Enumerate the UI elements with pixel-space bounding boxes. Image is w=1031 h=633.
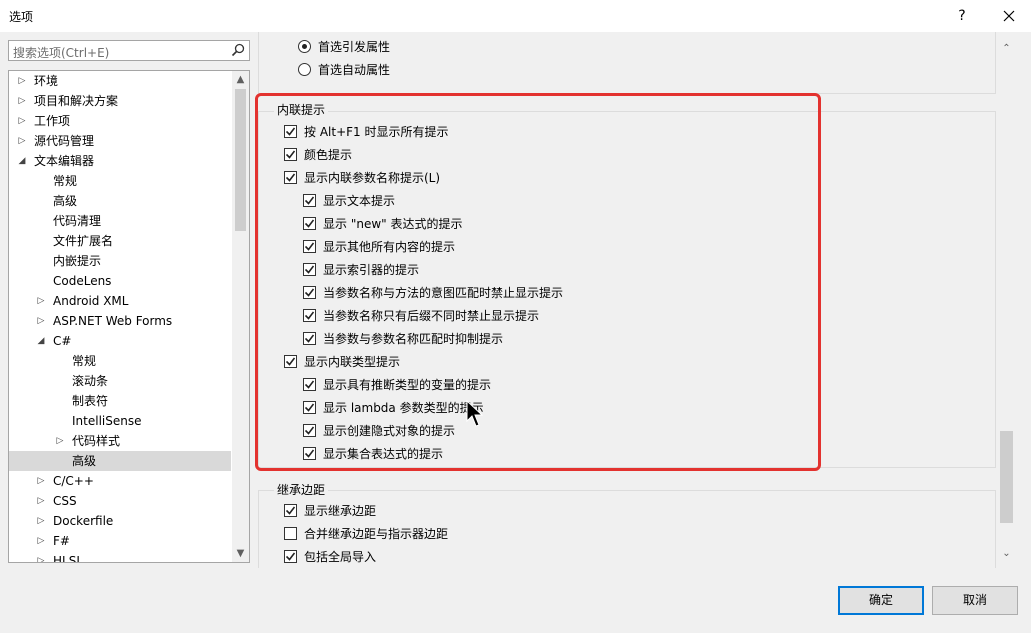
tree-item-label: Dockerfile [53, 514, 114, 528]
collapsed-arrow-icon[interactable]: ▷ [36, 291, 46, 311]
collapsed-arrow-icon[interactable]: ▷ [17, 131, 27, 151]
collapsed-arrow-icon[interactable]: ▷ [36, 531, 46, 551]
option-label: 合并继承边距与指示器边距 [304, 527, 449, 541]
search-placeholder[interactable]: 搜索选项(Ctrl+E) [13, 44, 109, 61]
search-box[interactable]: 搜索选项(Ctrl+E) [8, 40, 250, 61]
highlight-box [255, 93, 821, 471]
ok-button[interactable]: 确定 [838, 586, 924, 615]
collapsed-arrow-icon[interactable]: ▷ [36, 511, 46, 531]
collapsed-arrow-icon[interactable]: ▷ [36, 491, 46, 511]
checkbox[interactable] [284, 550, 297, 563]
scroll-down-arrow-icon[interactable]: ▼ [232, 545, 249, 562]
collapsed-arrow-icon[interactable]: ▷ [36, 551, 46, 562]
collapsed-arrow-icon[interactable]: ▷ [17, 111, 27, 131]
tree-item[interactable]: ▷ C/C++ [9, 471, 231, 491]
option-label: 首选引发属性 [318, 40, 391, 54]
collapsed-arrow-icon[interactable]: ▷ [36, 311, 46, 331]
tree-scroll-thumb[interactable] [235, 89, 246, 231]
tree-item[interactable]: ▷ F# [9, 531, 231, 551]
tree-item-label: C/C++ [53, 474, 94, 488]
tree-item-label: Android XML [53, 294, 129, 308]
tree-item-label: CodeLens [53, 274, 112, 288]
expanded-arrow-icon[interactable]: ◢ [36, 331, 46, 351]
scroll-down-arrow-icon[interactable]: ⌄ [998, 545, 1015, 562]
tree-item[interactable]: 内嵌提示 [9, 251, 231, 271]
tree-item-label: 代码样式 [72, 434, 121, 448]
tree-item-label: F# [53, 534, 70, 548]
tree-item[interactable]: ▷ ASP.NET Web Forms [9, 311, 231, 331]
tree-item-label: 源代码管理 [34, 134, 95, 148]
tree-item[interactable]: ◢ 文本编辑器 [9, 151, 231, 171]
tree-item[interactable]: ▷ 代码样式 [9, 431, 231, 451]
search-icon[interactable] [231, 43, 245, 57]
tree-item-label: 内嵌提示 [53, 254, 102, 268]
radio-button[interactable] [298, 40, 311, 53]
tree-item[interactable]: 高级 [9, 191, 231, 211]
help-button[interactable]: ? [940, 0, 984, 32]
mouse-cursor-icon [466, 400, 484, 427]
title-bar: 选项 ? [0, 0, 1031, 32]
scroll-up-arrow-icon[interactable]: ⌃ [998, 40, 1015, 57]
tree-item-label: 代码清理 [53, 214, 102, 228]
close-button[interactable] [987, 0, 1031, 32]
checkbox[interactable] [284, 504, 297, 517]
tree-item-label: 文件扩展名 [53, 234, 114, 248]
tree-item[interactable]: ▷ HLSL [9, 551, 231, 563]
tree-item[interactable]: ◢ C# [9, 331, 231, 351]
tree-item-label: ASP.NET Web Forms [53, 314, 173, 328]
tree-item[interactable]: 高级 [9, 451, 231, 471]
tree-item[interactable]: 制表符 [9, 391, 231, 411]
scroll-up-arrow-icon[interactable]: ▲ [232, 71, 249, 88]
cancel-button[interactable]: 取消 [932, 586, 1018, 615]
tree-item[interactable]: ▷ Android XML [9, 291, 231, 311]
tree-item-label: 高级 [72, 454, 97, 468]
tree-item-label: 项目和解决方案 [34, 94, 119, 108]
options-scrollbar[interactable]: ⌃ ⌄ [998, 36, 1015, 566]
collapsed-arrow-icon[interactable]: ▷ [17, 91, 27, 111]
tree-item-label: 常规 [53, 174, 78, 188]
close-icon [1003, 10, 1015, 22]
tree-item[interactable]: 常规 [9, 351, 231, 371]
tree-item[interactable]: 滚动条 [9, 371, 231, 391]
tree-item[interactable]: ▷ Dockerfile [9, 511, 231, 531]
radio-button[interactable] [298, 63, 311, 76]
options-tree[interactable]: ▲ ▼ ▷ 环境 ▷ 项目和解决方案 ▷ 工作项 ▷ 源代码管理 ◢ 文本编辑器 常规 高级 代码清理文… [8, 70, 250, 563]
check-icon [286, 552, 295, 561]
tree-item-label: 制表符 [72, 394, 109, 408]
collapsed-arrow-icon[interactable]: ▷ [17, 71, 27, 91]
collapsed-arrow-icon[interactable]: ▷ [55, 431, 65, 451]
option-label: 包括全局导入 [304, 550, 377, 564]
tree-item[interactable]: ▷ 源代码管理 [9, 131, 231, 151]
tree-item[interactable]: IntelliSense [9, 411, 231, 431]
options-scroll-thumb[interactable] [1000, 431, 1013, 523]
collapsed-arrow-icon[interactable]: ▷ [36, 471, 46, 491]
tree-item-label: CSS [53, 494, 77, 508]
checkbox[interactable] [284, 527, 297, 540]
tree-item[interactable]: CodeLens [9, 271, 231, 291]
tree-item[interactable]: ▷ 环境 [9, 71, 231, 91]
expanded-arrow-icon[interactable]: ◢ [17, 151, 27, 171]
option-label: 首选自动属性 [318, 63, 391, 77]
inheritance-margin-title: 继承边距 [274, 481, 329, 498]
tree-item-label: 环境 [34, 74, 59, 88]
tree-item-label: C# [53, 334, 72, 348]
tree-item-label: 工作项 [34, 114, 71, 128]
window-title: 选项 [9, 10, 34, 24]
tree-item[interactable]: ▷ CSS [9, 491, 231, 511]
tree-item-label: IntelliSense [72, 414, 142, 428]
tree-item[interactable]: ▷ 工作项 [9, 111, 231, 131]
tree-item[interactable]: 常规 [9, 171, 231, 191]
tree-item[interactable]: 代码清理 [9, 211, 231, 231]
option-label: 显示继承边距 [304, 504, 377, 518]
tree-scrollbar[interactable]: ▲ ▼ [232, 71, 249, 562]
tree-item-label: HLSL [53, 554, 84, 563]
tree-item-label: 常规 [72, 354, 97, 368]
tree-item-label: 高级 [53, 194, 78, 208]
tree-item[interactable]: 文件扩展名 [9, 231, 231, 251]
check-icon [286, 506, 295, 515]
tree-item-label: 文本编辑器 [34, 154, 95, 168]
tree-item[interactable]: ▷ 项目和解决方案 [9, 91, 231, 111]
tree-item-label: 滚动条 [72, 374, 109, 388]
